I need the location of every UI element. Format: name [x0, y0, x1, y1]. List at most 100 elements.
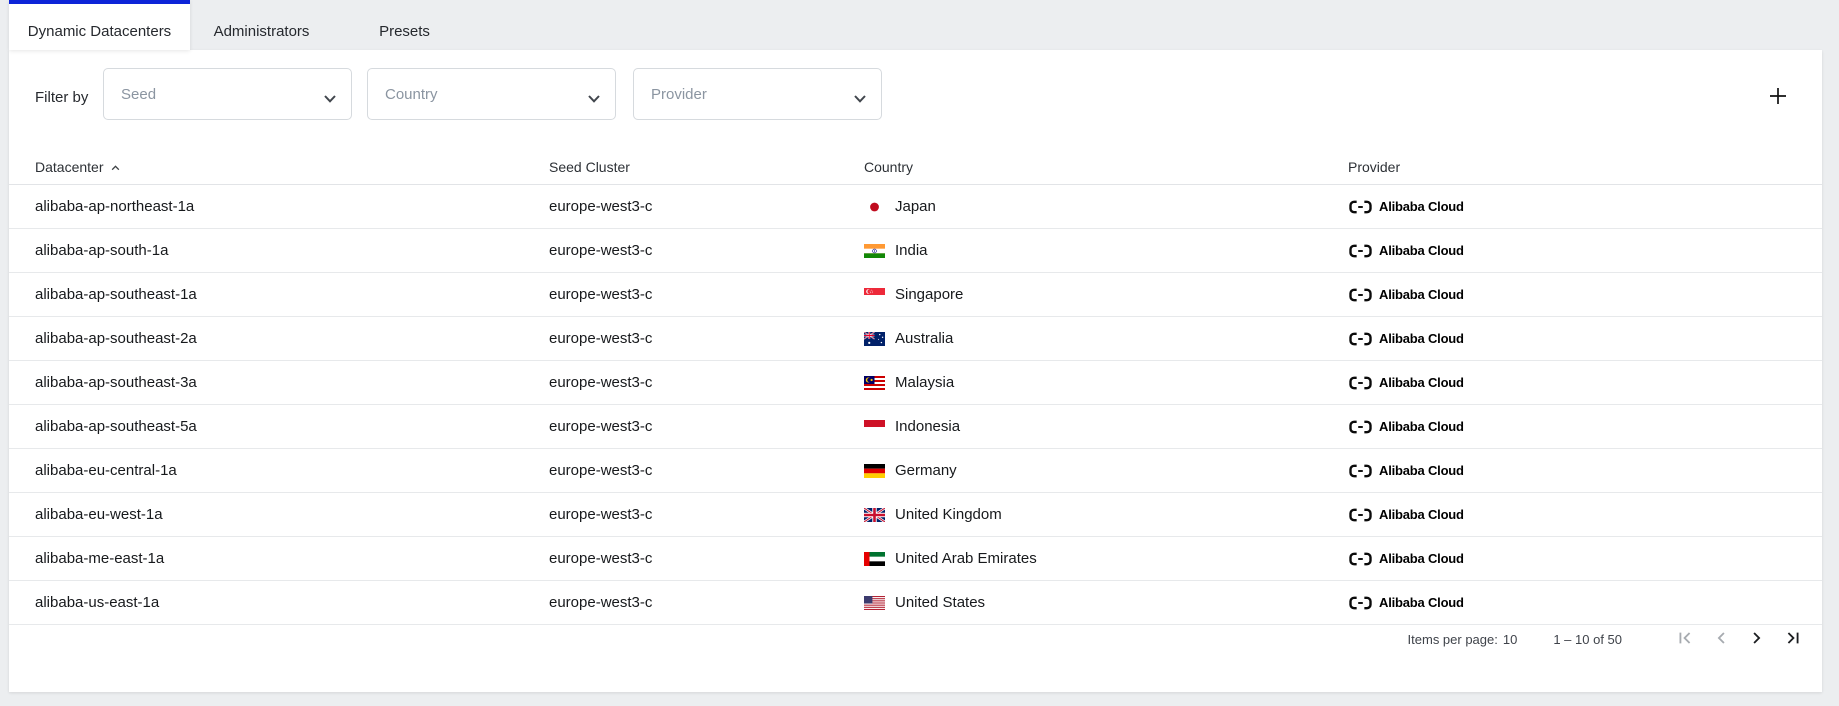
last-page-icon — [1783, 628, 1803, 651]
tab-label: Dynamic Datacenters — [28, 23, 171, 40]
country-name: Japan — [895, 198, 936, 215]
table-header-row: Datacenter Seed Cluster Country Provider — [9, 150, 1822, 185]
seed-cluster-cell: europe-west3-c — [549, 286, 864, 303]
dynamic-datacenters-panel: Filter by Seed Country Provider Datacent… — [9, 50, 1822, 692]
flag-jp-icon — [864, 200, 885, 214]
filter-by-label: Filter by — [35, 89, 88, 106]
country-name: Indonesia — [895, 418, 960, 435]
first-page-icon — [1675, 628, 1695, 651]
datacenter-cell: alibaba-ap-southeast-3a — [35, 374, 549, 391]
datacenter-cell: alibaba-eu-west-1a — [35, 506, 549, 523]
country-name: Australia — [895, 330, 953, 347]
items-per-page-label: Items per page: — [1408, 632, 1498, 647]
country-name: United Arab Emirates — [895, 550, 1037, 567]
country-name: India — [895, 242, 928, 259]
datacenters-table: Datacenter Seed Cluster Country Provider… — [9, 150, 1822, 625]
flag-au-icon — [864, 332, 885, 346]
next-page-button[interactable] — [1744, 626, 1770, 652]
chevron-left-icon — [1711, 628, 1731, 651]
provider-filter-placeholder: Provider — [651, 86, 707, 103]
country-name: Germany — [895, 462, 957, 479]
table-row[interactable]: alibaba-ap-northeast-1a europe-west3-c J… — [9, 185, 1822, 229]
first-page-button[interactable] — [1672, 626, 1698, 652]
provider-cell: Alibaba Cloud — [1348, 243, 1796, 259]
last-page-button[interactable] — [1780, 626, 1806, 652]
tab-label: Administrators — [214, 23, 310, 40]
provider-name: Alibaba Cloud — [1379, 287, 1464, 302]
flag-us-icon — [864, 596, 885, 610]
seed-cluster-cell: europe-west3-c — [549, 330, 864, 347]
column-header-datacenter[interactable]: Datacenter — [35, 158, 549, 176]
flag-ae-icon — [864, 552, 885, 566]
provider-filter-dropdown[interactable]: Provider — [633, 68, 882, 120]
provider-name: Alibaba Cloud — [1379, 419, 1464, 434]
flag-gb-icon — [864, 508, 885, 522]
seed-filter-placeholder: Seed — [121, 86, 156, 103]
add-datacenter-button[interactable] — [1758, 77, 1798, 117]
country-filter-dropdown[interactable]: Country — [367, 68, 616, 120]
country-filter-placeholder: Country — [385, 86, 438, 103]
seed-filter-dropdown[interactable]: Seed — [103, 68, 352, 120]
table-row[interactable]: alibaba-ap-southeast-5a europe-west3-c I… — [9, 405, 1822, 449]
datacenter-cell: alibaba-ap-northeast-1a — [35, 198, 549, 215]
page-range-label: 1 – 10 of 50 — [1553, 632, 1622, 647]
seed-cluster-cell: europe-west3-c — [549, 550, 864, 567]
table-row[interactable]: alibaba-me-east-1a europe-west3-c United… — [9, 537, 1822, 581]
flag-in-icon — [864, 244, 885, 258]
provider-name: Alibaba Cloud — [1379, 507, 1464, 522]
flag-de-icon — [864, 464, 885, 478]
table-row[interactable]: alibaba-eu-west-1a europe-west3-c United… — [9, 493, 1822, 537]
datacenter-cell: alibaba-ap-south-1a — [35, 242, 549, 259]
plus-icon — [1767, 85, 1789, 110]
column-header-provider[interactable]: Provider — [1348, 159, 1796, 175]
country-name: United Kingdom — [895, 506, 1002, 523]
table-row[interactable]: alibaba-ap-southeast-3a europe-west3-c M… — [9, 361, 1822, 405]
alibaba-cloud-logo-icon — [1348, 331, 1373, 347]
datacenter-cell: alibaba-me-east-1a — [35, 550, 549, 567]
tab-administrators[interactable]: Administrators — [190, 0, 333, 50]
provider-cell: Alibaba Cloud — [1348, 463, 1796, 479]
provider-cell: Alibaba Cloud — [1348, 287, 1796, 303]
seed-cluster-cell: europe-west3-c — [549, 594, 864, 611]
provider-name: Alibaba Cloud — [1379, 595, 1464, 610]
table-row[interactable]: alibaba-ap-south-1a europe-west3-c India… — [9, 229, 1822, 273]
chevron-up-icon — [110, 160, 121, 176]
provider-name: Alibaba Cloud — [1379, 331, 1464, 346]
flag-my-icon — [864, 376, 885, 390]
alibaba-cloud-logo-icon — [1348, 199, 1373, 215]
country-cell: Australia — [864, 330, 1348, 347]
alibaba-cloud-logo-icon — [1348, 375, 1373, 391]
chevron-right-icon — [1747, 628, 1767, 651]
table-row[interactable]: alibaba-ap-southeast-1a europe-west3-c S… — [9, 273, 1822, 317]
provider-cell: Alibaba Cloud — [1348, 507, 1796, 523]
tab-dynamic-datacenters[interactable]: Dynamic Datacenters — [9, 0, 190, 50]
country-cell: Germany — [864, 462, 1348, 479]
table-row[interactable]: alibaba-ap-southeast-2a europe-west3-c A… — [9, 317, 1822, 361]
previous-page-button[interactable] — [1708, 626, 1734, 652]
seed-cluster-cell: europe-west3-c — [549, 198, 864, 215]
tab-presets[interactable]: Presets — [333, 0, 476, 50]
table-row[interactable]: alibaba-eu-central-1a europe-west3-c Ger… — [9, 449, 1822, 493]
country-cell: Singapore — [864, 286, 1348, 303]
chevron-down-icon — [324, 90, 336, 107]
provider-cell: Alibaba Cloud — [1348, 551, 1796, 567]
country-cell: Indonesia — [864, 418, 1348, 435]
seed-cluster-cell: europe-west3-c — [549, 374, 864, 391]
seed-cluster-cell: europe-west3-c — [549, 418, 864, 435]
column-header-country[interactable]: Country — [864, 159, 1348, 175]
provider-name: Alibaba Cloud — [1379, 463, 1464, 478]
provider-cell: Alibaba Cloud — [1348, 331, 1796, 347]
datacenter-cell: alibaba-ap-southeast-2a — [35, 330, 549, 347]
column-header-seed-cluster[interactable]: Seed Cluster — [549, 159, 864, 175]
provider-cell: Alibaba Cloud — [1348, 199, 1796, 215]
provider-cell: Alibaba Cloud — [1348, 419, 1796, 435]
tab-label: Presets — [379, 23, 430, 40]
seed-cluster-cell: europe-west3-c — [549, 462, 864, 479]
country-cell: Japan — [864, 198, 1348, 215]
datacenter-cell: alibaba-ap-southeast-5a — [35, 418, 549, 435]
alibaba-cloud-logo-icon — [1348, 287, 1373, 303]
datacenter-cell: alibaba-us-east-1a — [35, 594, 549, 611]
provider-name: Alibaba Cloud — [1379, 199, 1464, 214]
provider-name: Alibaba Cloud — [1379, 551, 1464, 566]
items-per-page-select[interactable]: 10 — [1503, 632, 1517, 647]
